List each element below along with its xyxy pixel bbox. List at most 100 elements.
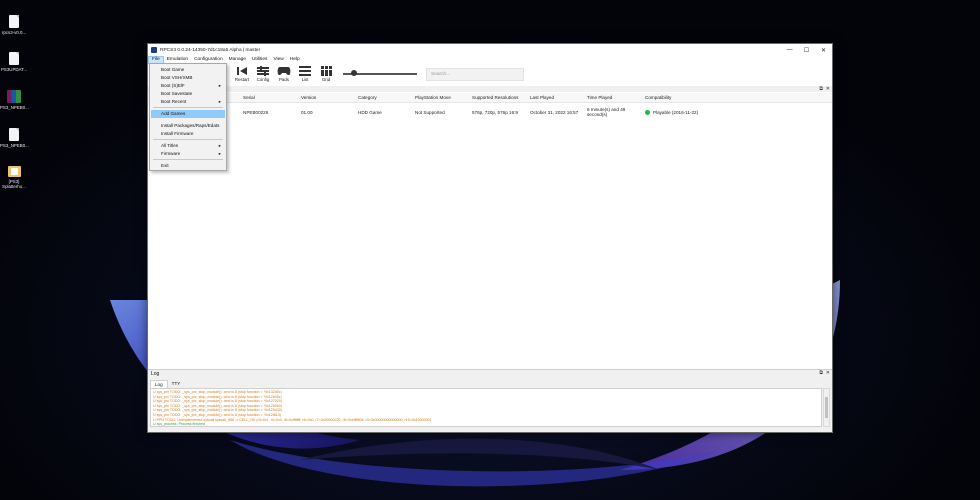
cell-time-played: 6 minute(s) and 49 second(s) [587,107,626,117]
rpcs3-window: RPCS3 0.0.24-14350-7d1c18a5 Alpha | mast… [147,43,833,433]
menu-item-label: Exit [161,163,169,168]
folder-icon [7,166,21,177]
grid-view-button[interactable]: Grid [316,66,336,82]
menu-utilities[interactable]: Utilities [249,56,270,64]
close-button[interactable]: ✕ [815,44,832,56]
col-serial[interactable]: Serial [243,95,255,100]
config-icon [256,66,270,76]
log-pane-title: Log [151,371,160,377]
menu-item-label: Boot Savestate [161,91,193,96]
tab-log[interactable]: Log [150,380,168,388]
float-pane-icon[interactable]: ⧉ [819,86,823,92]
title-bar[interactable]: RPCS3 0.0.24-14350-7d1c18a5 Alpha | mast… [148,44,832,56]
menu-item-label: Install Firmware [161,131,194,136]
compatibility-status-icon [645,110,650,115]
menu-item-boot-savestate[interactable]: Boot Savestate [151,90,225,98]
cell-last-played: October 31, 2022 16:57 [530,110,579,115]
rpcs3-logo-icon [151,47,157,53]
log-scrollbar[interactable] [823,388,830,427]
col-category[interactable]: Category [358,95,377,100]
restart-label: Restart [234,77,250,82]
list-view-button[interactable]: List [295,66,315,82]
list-icon [298,66,312,76]
game-list-dock-header [148,86,832,92]
window-title: RPCS3 0.0.24-14350-7d1c18a5 Alpha | mast… [160,47,261,53]
log-pane: Log ⧉ ✕ Log TTY U sys_prx TODO: _sys_prx… [148,369,832,432]
tab-tty[interactable]: TTY [168,380,185,388]
menu-item-label: Install Packages/Raps/Edats [161,123,220,128]
menu-item-label: All Titles [161,143,179,148]
desktop-icon[interactable]: PS3UPDAT... [0,52,28,72]
gamepad-icon [277,66,291,76]
search-input[interactable]: Search... [426,68,524,81]
cell-move: Not Supported [415,110,445,115]
menu-item-label: Boot (S)ElF [161,83,185,88]
desktop-icon[interactable]: PS3_NPEB0... [0,90,29,110]
restart-icon [235,66,249,76]
menu-item-install-firmware[interactable]: Install Firmware [151,130,225,138]
grid-label: Grid [321,77,331,82]
col-compatibility[interactable]: Compatibility [645,95,671,100]
menu-bar: File Emulation Configuration Manage Util… [148,56,832,64]
menu-item-exit[interactable]: Exit [151,162,225,170]
menu-item-boot-game[interactable]: Boot Game [151,66,225,74]
menu-manage[interactable]: Manage [226,56,249,64]
menu-item-label: Boot Game [161,67,185,72]
desktop-icon[interactable]: rpcs3-v0.0... [0,15,28,35]
log-scrollbar-thumb[interactable] [825,397,828,418]
desktop-icon-label: PS3_NPEB0... [0,143,29,148]
col-time-played[interactable]: Time Played [587,95,612,100]
menu-item-boot-s-elf[interactable]: Boot (S)ElF ▸ [151,82,225,90]
submenu-arrow-icon: ▸ [218,151,221,156]
list-label: List [301,77,309,82]
document-file-icon [9,128,19,141]
cell-version: 01.00 [301,110,313,115]
cell-serial: NPEB00226 [243,110,269,115]
submenu-arrow-icon: ▸ [218,83,221,88]
menu-item-label: Firmware [161,151,181,156]
menu-item-boot-recent[interactable]: Boot Recent ▸ [151,98,225,106]
col-resolutions[interactable]: Supported Resolutions [472,95,518,100]
col-version[interactable]: Version [301,95,316,100]
minimize-button[interactable]: — [781,44,798,56]
close-pane-icon[interactable]: ✕ [826,86,830,92]
log-close-icon[interactable]: ✕ [826,370,830,376]
desktop-icon-label: PS3_NPEB0... [0,105,29,110]
desktop-icon[interactable]: PS3_NPEB0... [0,128,29,148]
cell-category: HDD Game [358,110,382,115]
pads-button[interactable]: Pads [274,66,294,82]
menu-separator [153,159,223,160]
config-label: Config [256,77,270,82]
grid-icon [319,66,333,76]
menu-separator [153,139,223,140]
config-button[interactable]: Config [253,66,273,82]
submenu-arrow-icon: ▸ [218,99,221,104]
menu-item-label: Add Games [161,111,186,116]
log-output[interactable]: U sys_prx TODO: _sys_prx_stop_module(): … [150,388,822,427]
menu-item-all-titles[interactable]: All Titles ▸ [151,142,225,150]
menu-item-add-games[interactable]: Add Games [151,110,225,118]
desktop-icon[interactable]: [PS3] Splatterho... [0,165,28,189]
desktop-icon-label: [PS3] Splatterho... [2,179,26,189]
cell-compatibility: Playable (2016-11-22) [653,110,699,115]
desktop-icon-label: rpcs3-v0.0... [1,30,27,35]
menu-view[interactable]: View [270,56,286,64]
desktop-icon-label: PS3UPDAT... [0,67,28,72]
game-list-header: Serial Version Category PlayStation Move… [148,93,832,103]
log-float-icon[interactable]: ⧉ [819,370,823,376]
col-last-played[interactable]: Last Played [530,95,554,100]
col-move[interactable]: PlayStation Move [415,95,451,100]
document-file-icon [9,52,19,65]
menu-item-firmware[interactable]: Firmware ▸ [151,150,225,158]
menu-separator [153,107,223,108]
document-file-icon [9,15,19,28]
maximize-button[interactable]: ☐ [798,44,815,56]
file-menu-dropdown: Boot Game Boot VSH/XMB Boot (S)ElF ▸ Boot Sa… [149,63,227,171]
menu-item-boot-vsh-xmb[interactable]: Boot VSH/XMB [151,74,225,82]
archive-file-icon [7,90,21,103]
pads-label: Pads [278,77,289,82]
menu-item-label: Boot VSH/XMB [161,75,193,80]
restart-button[interactable]: Restart [232,66,252,82]
menu-help[interactable]: Help [287,56,303,64]
menu-item-install-packages-raps-edats[interactable]: Install Packages/Raps/Edats [151,122,225,130]
